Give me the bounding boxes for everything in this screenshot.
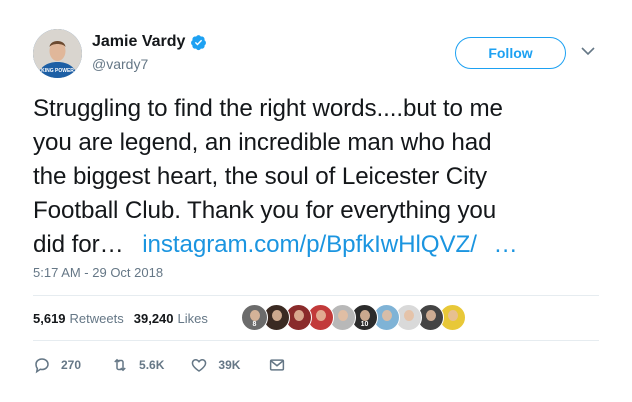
liker-avatar-number: 10 — [360, 321, 369, 328]
tweet-text-line: the biggest heart, the soul of Leicester… — [33, 163, 487, 190]
follow-button[interactable]: Follow — [455, 37, 566, 69]
likes-label: Likes — [177, 311, 208, 326]
tweet-text-line: Football Club. Thank you for everything … — [33, 197, 497, 224]
liker-avatar-face — [448, 310, 458, 321]
tweet-text: Struggling to find the right words....bu… — [33, 92, 603, 262]
chevron-down-icon[interactable] — [581, 46, 595, 56]
liker-avatar-face — [338, 310, 348, 321]
tweet-text-tail: did for… — [33, 231, 124, 258]
avatar[interactable]: KING POWER — [33, 29, 82, 78]
retweets-count: 5,619 — [33, 311, 66, 326]
liker-avatar-face — [360, 310, 370, 321]
likes-count: 39,240 — [133, 311, 174, 326]
like-count: 39K — [218, 358, 241, 372]
avatar-image: KING POWER — [33, 29, 82, 78]
direct-message-button[interactable] — [268, 356, 286, 374]
divider — [33, 295, 599, 296]
liker-avatar-face — [382, 310, 392, 321]
reply-count: 270 — [61, 358, 82, 372]
instagram-link[interactable]: instagram.com/p/BpfkIwHlQVZ/ — [142, 231, 477, 258]
retweet-icon — [114, 358, 126, 372]
tweet-card: KING POWER Jamie Vardy @vardy7 Follow St… — [0, 0, 632, 402]
verified-badge-icon — [191, 34, 207, 50]
liker-avatar-face — [272, 310, 282, 321]
envelope-icon — [270, 359, 285, 371]
tweet-text-line: did for… instagram.com/p/BpfkIwHlQVZ/ … — [33, 228, 603, 262]
author-name[interactable]: Jamie Vardy — [92, 33, 185, 51]
retweets-label: Retweets — [69, 311, 124, 326]
reply-button[interactable]: 270 — [33, 356, 81, 374]
liker-avatar-number: 8 — [252, 321, 257, 328]
liker-avatar-face — [426, 310, 436, 321]
retweet-button[interactable]: 5.6K — [111, 356, 164, 374]
liker-avatar-face — [294, 310, 304, 321]
liker-avatars: 8 10 — [241, 304, 466, 331]
tweet-text-line: you are legend, an incredible man who ha… — [33, 129, 492, 156]
more-ellipsis[interactable]: … — [493, 231, 517, 258]
heart-icon — [192, 358, 207, 372]
liker-avatar-face — [316, 310, 326, 321]
tweet-timestamp[interactable]: 5:17 AM - 29 Oct 2018 — [33, 265, 163, 280]
tweet-actions: 270 5.6K 39K — [33, 356, 286, 374]
likes-stat[interactable]: 39,240 Likes — [134, 311, 218, 326]
avatar-caption: KING POWER — [41, 68, 74, 74]
author-handle[interactable]: @vardy7 — [92, 56, 148, 72]
tweet-stats: 5,619 Retweets 39,240 Likes — [33, 311, 218, 326]
like-button[interactable]: 39K — [190, 356, 240, 374]
retweets-stat[interactable]: 5,619 Retweets — [33, 311, 134, 326]
divider — [33, 340, 599, 341]
reply-icon — [35, 358, 49, 374]
tweet-text-line: Struggling to find the right words....bu… — [33, 95, 503, 122]
retweet-count: 5.6K — [139, 358, 165, 372]
liker-avatar-face — [250, 310, 260, 321]
liker-avatar-face — [404, 310, 414, 321]
liker-avatar[interactable]: 8 — [241, 304, 268, 331]
